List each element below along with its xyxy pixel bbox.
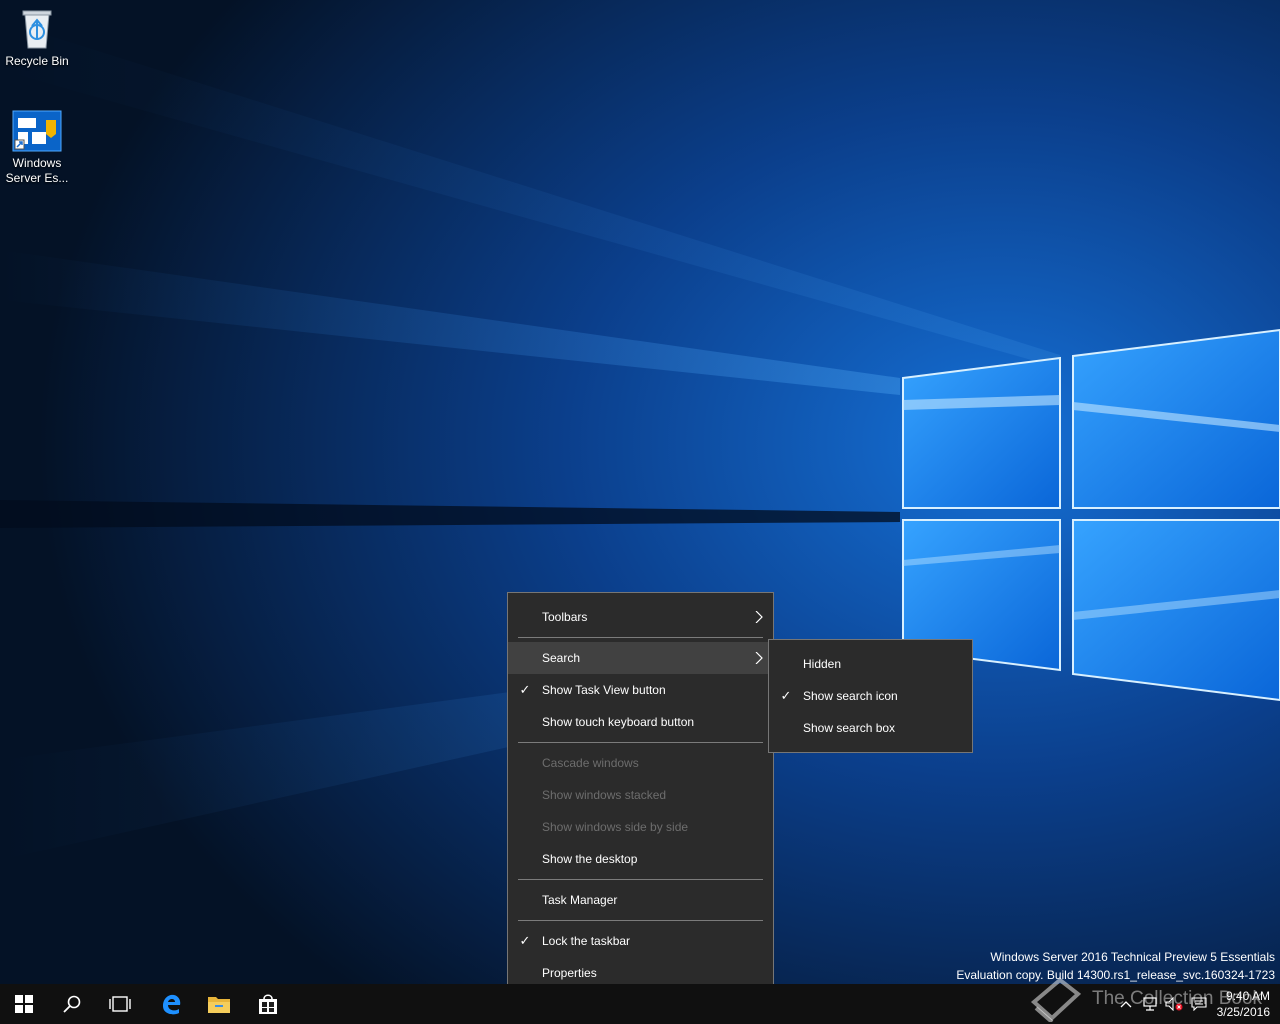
menu-separator: [518, 742, 763, 743]
menu-item-show-touch-keyboard-button[interactable]: Show touch keyboard button: [508, 706, 773, 738]
menu-item-show-windows-side-by-side: Show windows side by side: [508, 811, 773, 843]
desktop-icon-windows-server-essentials[interactable]: Windows Server Es...: [0, 110, 74, 186]
desktop-icon-label-line1: Windows: [12, 156, 62, 170]
menu-item-label: Task Manager: [542, 893, 618, 907]
submenu-item-show-search-icon[interactable]: ✓ Show search icon: [769, 680, 972, 712]
menu-item-label: Show touch keyboard button: [542, 715, 695, 729]
menu-item-cascade-windows: Cascade windows: [508, 747, 773, 779]
search-button[interactable]: [48, 984, 96, 1024]
menu-item-label: Show Task View button: [542, 683, 666, 697]
task-view-button[interactable]: [96, 984, 144, 1024]
menu-item-label: Hidden: [803, 657, 842, 671]
menu-separator: [518, 879, 763, 880]
checkmark-icon: ✓: [519, 933, 531, 948]
submenu-item-hidden[interactable]: Hidden: [769, 648, 972, 680]
brand-watermark: The Collection Book: [1030, 974, 1262, 1024]
menu-item-properties[interactable]: Properties: [508, 957, 773, 984]
menu-item-label: Show search icon: [803, 689, 898, 703]
menu-item-label: Properties: [542, 966, 597, 980]
file-explorer-icon: [208, 997, 230, 1013]
store-icon: [259, 994, 277, 1014]
menu-item-task-manager[interactable]: Task Manager: [508, 884, 773, 916]
menu-item-search[interactable]: Search: [508, 642, 773, 674]
edge-icon: [163, 994, 181, 1015]
taskbar-context-menu: Toolbars Search ✓ Show Task View button …: [507, 592, 774, 984]
chevron-right-icon: [755, 611, 763, 623]
evaluation-watermark-line1: Windows Server 2016 Technical Preview 5 …: [990, 950, 1275, 964]
file-explorer-button[interactable]: [195, 984, 243, 1024]
menu-item-label: Show the desktop: [542, 852, 638, 866]
menu-separator: [518, 637, 763, 638]
book-icon: [1030, 977, 1082, 1022]
menu-separator: [518, 920, 763, 921]
store-button[interactable]: [244, 984, 292, 1024]
task-view-icon: [109, 996, 131, 1012]
menu-item-show-task-view-button[interactable]: ✓ Show Task View button: [508, 674, 773, 706]
desktop-icon-label-line2: Server Es...: [5, 171, 69, 185]
server-essentials-icon: [12, 110, 62, 152]
menu-item-lock-the-taskbar[interactable]: ✓ Lock the taskbar: [508, 925, 773, 957]
windows-logo-icon: [15, 995, 33, 1013]
menu-item-toolbars[interactable]: Toolbars: [508, 601, 773, 633]
checkmark-icon: ✓: [519, 682, 531, 697]
menu-item-label: Show windows stacked: [542, 788, 667, 802]
menu-item-label: Search: [542, 651, 581, 665]
checkmark-icon: ✓: [780, 688, 792, 703]
brand-text: The Collection Book: [1092, 988, 1263, 1009]
menu-item-label: Show search box: [803, 721, 896, 735]
menu-item-show-windows-stacked: Show windows stacked: [508, 779, 773, 811]
menu-item-show-the-desktop[interactable]: Show the desktop: [508, 843, 773, 875]
recycle-bin-icon: [22, 10, 52, 49]
chevron-right-icon: [755, 652, 763, 664]
menu-item-label: Show windows side by side: [542, 820, 689, 834]
edge-button[interactable]: [147, 984, 195, 1024]
search-icon: [63, 995, 81, 1013]
desktop[interactable]: Recycle Bin Windows Server Es... Toolbar…: [0, 0, 1280, 984]
desktop-icon-recycle-bin[interactable]: Recycle Bin: [0, 8, 74, 69]
start-button[interactable]: [0, 984, 48, 1024]
menu-item-label: Lock the taskbar: [542, 934, 631, 948]
submenu-item-show-search-box[interactable]: Show search box: [769, 712, 972, 744]
desktop-icon-label: Recycle Bin: [5, 54, 69, 68]
menu-item-label: Cascade windows: [542, 756, 639, 770]
menu-item-label: Toolbars: [542, 610, 588, 624]
search-submenu: Hidden ✓ Show search icon Show search bo…: [768, 639, 973, 753]
